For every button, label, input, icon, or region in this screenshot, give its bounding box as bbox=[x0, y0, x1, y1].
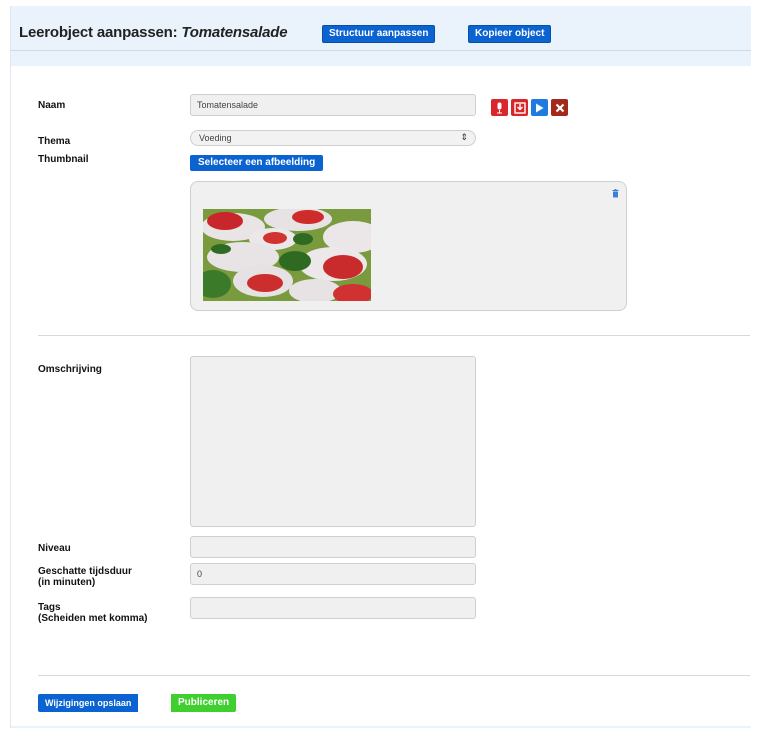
omschrijving-label: Omschrijving bbox=[38, 364, 102, 375]
kopieer-object-button[interactable]: Kopieer object bbox=[468, 25, 552, 43]
save-icon[interactable] bbox=[511, 99, 528, 116]
footer-divider bbox=[38, 675, 750, 676]
tags-label: Tags (Scheiden met komma) bbox=[38, 602, 147, 624]
tijdsduur-label: Geschatte tijdsduur (in minuten) bbox=[38, 566, 132, 588]
page-title-object: Tomatensalade bbox=[181, 24, 288, 41]
delete-icon[interactable] bbox=[551, 99, 568, 116]
microphone-icon[interactable] bbox=[491, 99, 508, 116]
select-arrows-icon: ⇕ bbox=[460, 132, 468, 142]
thema-label: Thema bbox=[38, 136, 71, 147]
tags-label-line2: (Scheiden met komma) bbox=[38, 613, 148, 624]
section-divider bbox=[38, 335, 750, 336]
publish-button[interactable]: Publiceren bbox=[171, 694, 237, 712]
page-title: Leerobject aanpassen: Tomatensalade bbox=[19, 24, 288, 41]
structuur-aanpassen-button[interactable]: Structuur aanpassen bbox=[322, 25, 436, 43]
thumbnail-image bbox=[203, 209, 371, 301]
tijdsduur-label-line1: Geschatte tijdsduur bbox=[38, 566, 132, 577]
tijdsduur-input-value: 0 bbox=[197, 569, 203, 579]
thumbnail-preview-box bbox=[190, 181, 627, 311]
page-title-prefix: Leerobject aanpassen: bbox=[19, 24, 182, 41]
play-icon[interactable] bbox=[531, 99, 548, 116]
omschrijving-textarea[interactable] bbox=[190, 356, 476, 527]
thema-select[interactable]: Voeding ⇕ bbox=[190, 130, 476, 146]
tags-input[interactable] bbox=[190, 597, 476, 619]
tijdsduur-input[interactable]: 0 bbox=[190, 563, 476, 585]
edit-form: Naam Tomatensalade Thema Voeding ⇕ Thumb… bbox=[11, 66, 751, 726]
header-divider bbox=[11, 50, 751, 51]
niveau-input[interactable] bbox=[190, 536, 476, 558]
tags-label-line1: Tags bbox=[38, 602, 61, 613]
trash-icon[interactable] bbox=[612, 189, 619, 198]
thema-select-value: Voeding bbox=[199, 133, 232, 143]
select-image-button[interactable]: Selecteer een afbeelding bbox=[190, 155, 324, 171]
save-changes-button[interactable]: Wijzigingen opslaan bbox=[38, 694, 139, 712]
naam-label: Naam bbox=[38, 100, 66, 111]
thumbnail-label: Thumbnail bbox=[38, 154, 89, 165]
naam-input[interactable]: Tomatensalade bbox=[190, 94, 476, 116]
naam-input-value: Tomatensalade bbox=[197, 100, 259, 110]
page-header: Leerobject aanpassen: Tomatensalade Stru… bbox=[11, 6, 751, 50]
niveau-label: Niveau bbox=[38, 543, 71, 554]
page-container: Leerobject aanpassen: Tomatensalade Stru… bbox=[10, 6, 751, 728]
tijdsduur-label-line2: (in minuten) bbox=[38, 577, 96, 588]
